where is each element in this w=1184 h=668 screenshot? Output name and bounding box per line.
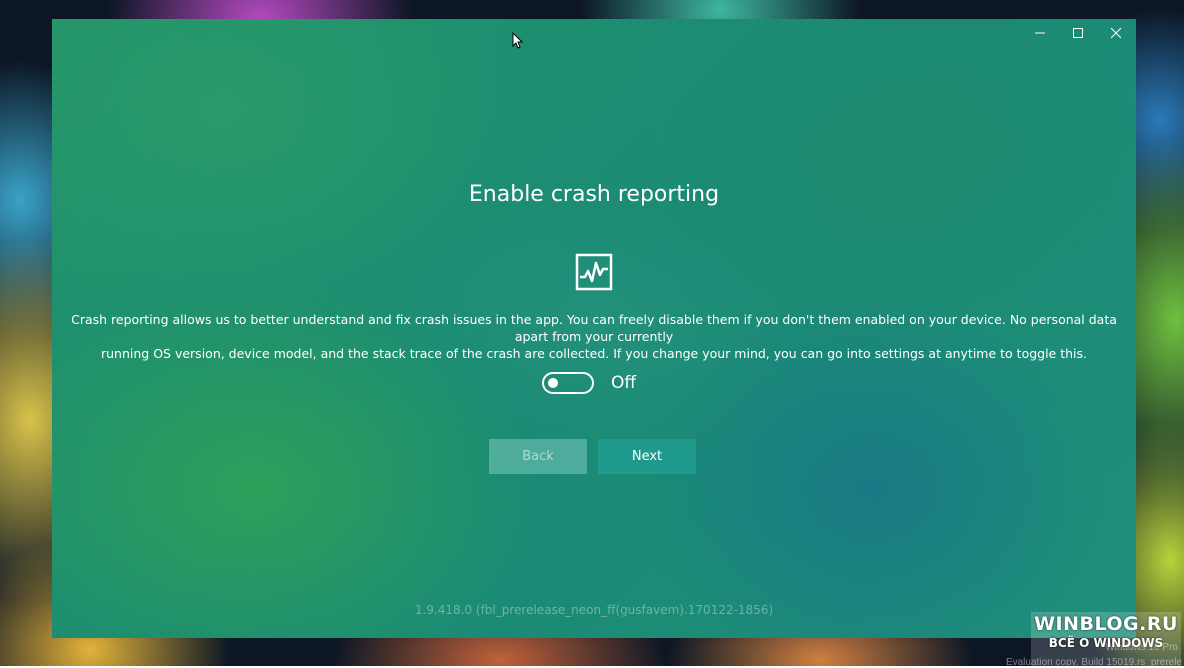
minimize-button[interactable] (1021, 19, 1059, 47)
close-icon (1111, 28, 1121, 38)
watermark-title: WINBLOG.RU (1034, 613, 1178, 635)
toggle-state-label: Off (611, 373, 637, 393)
maximize-button[interactable] (1059, 19, 1097, 47)
app-window: Enable crash reporting Crash reporting a… (52, 19, 1136, 638)
close-button[interactable] (1097, 19, 1135, 47)
description-line-2: running OS version, device model, and th… (101, 346, 1087, 361)
description-text: Crash reporting allows us to better unde… (62, 311, 1126, 362)
crash-reporting-toggle[interactable] (542, 372, 594, 394)
desktop-background: Windows 10 Pro Evaluation copy. Build 15… (0, 0, 1184, 668)
site-watermark: WINBLOG.RU ВСЁ О WINDOWS (1031, 612, 1181, 666)
watermark-subtitle: ВСЁ О WINDOWS (1048, 636, 1164, 650)
page-title: Enable crash reporting (468, 182, 720, 207)
mouse-cursor-icon (512, 32, 524, 49)
minimize-icon (1035, 32, 1045, 34)
next-button[interactable]: Next (598, 439, 696, 474)
version-text: 1.9.418.0 (fbl_prerelease_neon_ff(gusfav… (414, 603, 774, 617)
maximize-icon (1073, 28, 1083, 38)
activity-chart-icon (575, 253, 613, 291)
toggle-knob (548, 378, 558, 388)
description-line-1: Crash reporting allows us to better unde… (71, 312, 1117, 344)
crash-reporting-toggle-row: Off (542, 369, 662, 397)
back-button[interactable]: Back (489, 439, 587, 474)
